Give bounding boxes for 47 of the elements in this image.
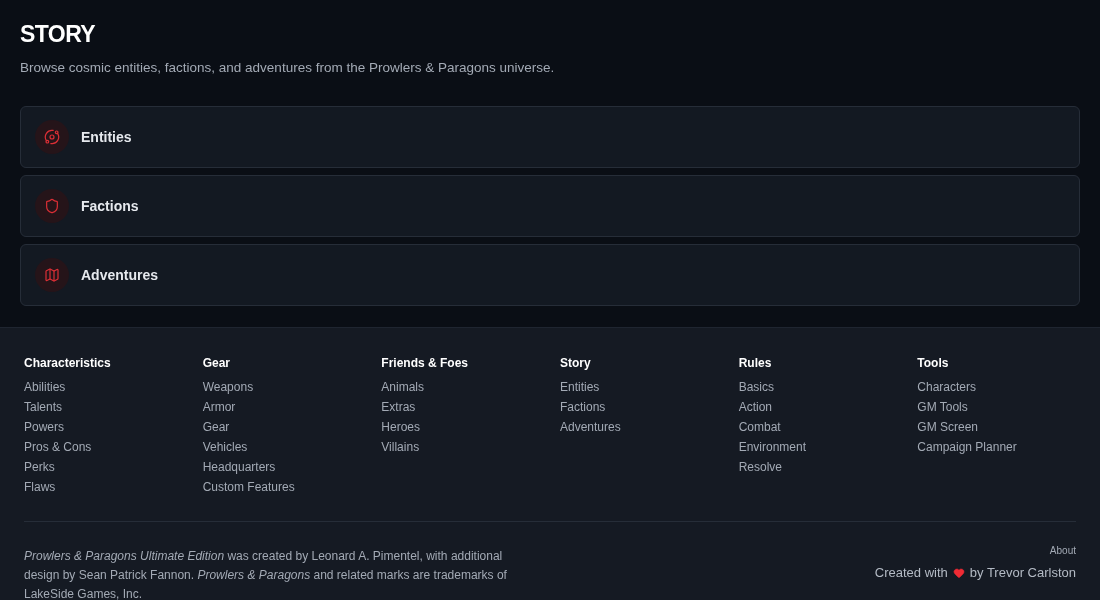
footer-heading: Gear [202,355,230,371]
orbit-icon [35,120,69,154]
footer-link[interactable]: Basics [738,377,774,397]
footer-link[interactable]: Heroes [381,417,420,437]
footer-link[interactable]: Abilities [24,377,66,397]
footer-link[interactable]: Entities [560,377,600,397]
page-title: STORY [20,20,96,48]
footer-heading: Rules [738,355,772,371]
about-link[interactable]: About [1049,544,1076,558]
footer-heading: Characteristics [24,355,111,371]
footer-link[interactable]: Animals [381,377,424,397]
footer-link[interactable]: GM Tools [917,397,968,417]
footer-link[interactable]: Gear [202,417,230,437]
category-card[interactable]: Factions [20,175,1080,237]
footer-link[interactable]: Vehicles [202,437,248,457]
footer-link[interactable]: Action [738,397,772,417]
footer-link[interactable]: Pros & Cons [24,437,92,457]
category-card[interactable]: Adventures [20,244,1080,306]
footer-link[interactable]: Environment [738,437,807,457]
footer-link[interactable]: Resolve [738,457,782,477]
footer-link[interactable]: Flaws [24,477,56,497]
footer-heading: Tools [917,355,949,371]
category-card[interactable]: Entities [20,106,1080,168]
footer-link[interactable]: Factions [560,397,606,417]
credit-text: Created with [874,564,948,582]
heart-icon [952,567,965,579]
footer-link[interactable]: Armor [202,397,236,417]
footer-link[interactable]: Powers [24,417,64,437]
footer-link[interactable]: Villains [381,437,420,457]
footer-link[interactable]: Characters [917,377,976,397]
footer-link[interactable]: Weapons [202,377,254,397]
footer-link[interactable]: Talents [24,397,63,417]
footer-heading: Friends & Foes [381,355,468,371]
credit-text: by Trevor Carlston [969,564,1076,582]
page-subtitle: Browse cosmic entities, factions, and adventures from the Prowlers & Paragons universe. [20,59,555,77]
footer-link[interactable]: Custom Features [202,477,295,497]
footer-link[interactable]: Headquarters [202,457,276,477]
footer-heading: Story [560,355,591,371]
legal-notice: Prowlers & Paragons Ultimate Edition was created by Leonard A. Pimentel, with additional design by Sean Patrick Fannon. Prowlers & Paragons and related marks are trademarks of LakeSide Games, Inc. [24,548,508,600]
map-icon [35,258,69,292]
shield-icon [35,189,69,223]
footer-link[interactable]: Adventures [560,417,621,437]
footer-link[interactable]: Extras [381,397,416,417]
footer-link[interactable]: GM Screen [917,417,978,437]
footer-link[interactable]: Campaign Planner [917,437,1017,457]
footer-link[interactable]: Perks [24,457,55,477]
footer-link[interactable]: Combat [738,417,781,437]
